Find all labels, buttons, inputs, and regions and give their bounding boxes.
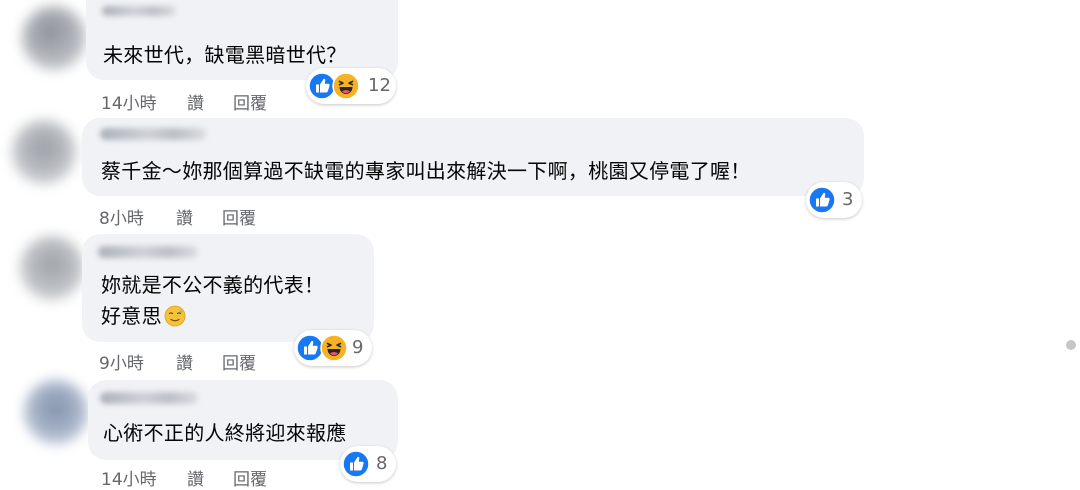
avatar[interactable] [12,120,76,184]
comment-line: 好意思 [101,304,162,328]
reactions-summary[interactable]: 9 [294,330,372,366]
haha-icon [332,72,360,100]
like-button[interactable]: 讚 [187,465,204,490]
comment-line: 未來世代，缺電黑暗世代？ [103,43,347,67]
reply-button[interactable]: 回覆 [233,89,267,114]
reaction-count: 12 [368,75,391,96]
comment-text: 心術不正的人終將迎來報應 [103,418,347,449]
timestamp[interactable]: 9小時 [99,349,144,374]
avatar[interactable] [22,6,86,70]
haha-icon [320,334,348,362]
reaction-count: 3 [842,189,854,210]
reaction-count: 8 [376,453,388,474]
reactions-summary[interactable]: 3 [806,182,862,218]
reply-button[interactable]: 回覆 [222,204,256,229]
reply-button[interactable]: 回覆 [222,349,256,374]
like-button[interactable]: 讚 [176,204,193,229]
commenter-name[interactable] [98,246,198,258]
reactions-summary[interactable]: 12 [306,68,396,104]
scroll-indicator[interactable] [1066,340,1076,350]
comment-line: 妳就是不公不義的代表！ [101,273,325,297]
avatar[interactable] [20,236,84,300]
comment-line-2: 好意思 [101,301,324,332]
timestamp[interactable]: 14小時 [101,89,157,114]
avatar[interactable] [24,380,88,444]
reactions-summary[interactable]: 8 [340,446,396,482]
reaction-count: 9 [352,337,364,358]
like-icon [342,450,370,478]
like-icon [808,186,836,214]
like-button[interactable]: 讚 [176,349,193,374]
comment-text: 蔡千金～妳那個算過不缺電的專家叫出來解決一下啊，桃園又停電了喔！ [101,156,751,187]
sweat-smile-emoji [164,305,186,327]
comment-1: 未來世代，缺電黑暗世代？ 12 14小時 讚 回覆 [0,0,1000,120]
commenter-name[interactable] [102,6,176,16]
commenter-name[interactable] [100,128,206,140]
timestamp[interactable]: 8小時 [99,204,144,229]
like-button[interactable]: 讚 [187,89,204,114]
comment-3: 妳就是不公不義的代表！ 好意思 9 9小時 讚 回覆 [0,234,1000,374]
comment-text: 未來世代，缺電黑暗世代？ [103,40,347,71]
comment-2: 蔡千金～妳那個算過不缺電的專家叫出來解決一下啊，桃園又停電了喔！ 3 8小時 讚… [0,118,1000,229]
reply-button[interactable]: 回覆 [233,465,267,490]
timestamp[interactable]: 14小時 [101,465,157,490]
comment-line: 心術不正的人終將迎來報應 [103,421,347,445]
commenter-name[interactable] [100,392,198,404]
comment-4: 心術不正的人終將迎來報應 8 14小時 讚 回覆 [0,380,1000,490]
comment-text: 妳就是不公不義的代表！ 好意思 [101,270,324,332]
comment-line: 蔡千金～妳那個算過不缺電的專家叫出來解決一下啊，桃園又停電了喔！ [101,159,751,183]
